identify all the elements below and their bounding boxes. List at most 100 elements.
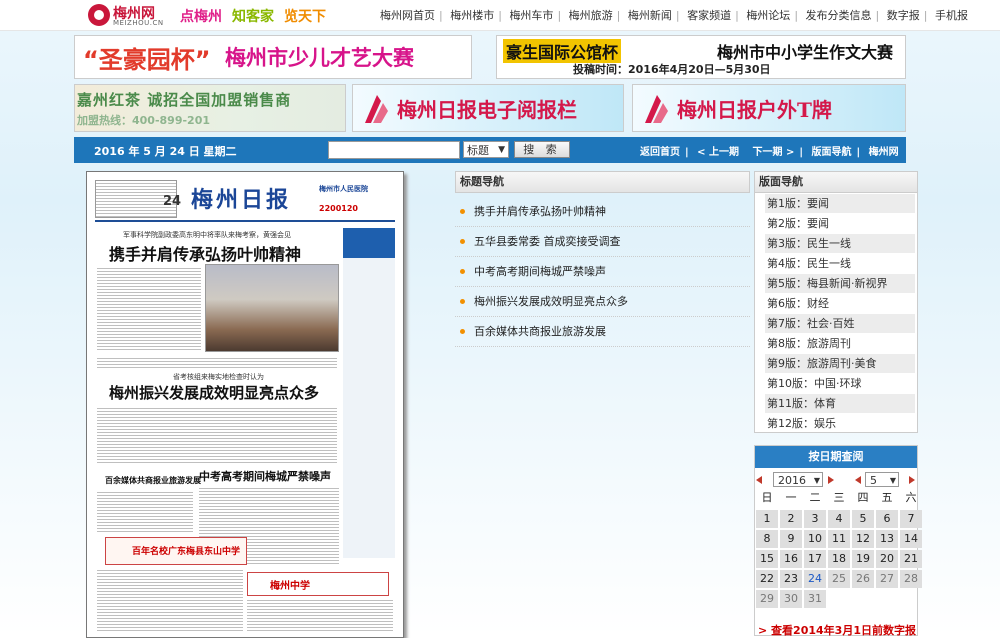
calendar-day[interactable]: 28 — [900, 570, 922, 588]
banner-essay-deadline: 投稿时间：2016年4月20日—5月30日 — [573, 63, 771, 76]
page-nav-item-3[interactable]: 第3版：民生一线 — [765, 234, 915, 253]
banner-essay-contest[interactable]: 豪生国际公馆杯 梅州市中小学生作文大赛 投稿时间：2016年4月20日—5月30… — [496, 35, 906, 79]
search-button[interactable]: 搜 索 — [514, 141, 570, 158]
title-nav-item[interactable]: 携手并肩传承弘扬叶帅精神 — [455, 197, 750, 227]
divider: | — [439, 9, 443, 22]
search-bar: 2016 年 5 月 24 日 星期二 标题 ▼ 搜 索 返回首页 | < 上一期… — [74, 137, 906, 163]
calendar-day[interactable]: 8 — [756, 530, 778, 548]
paper-headline-3[interactable]: 中考高考期间梅城严禁噪声 — [199, 468, 331, 484]
previous-issue-link[interactable]: < 上一期 — [697, 147, 739, 158]
calendar-day[interactable]: 20 — [876, 550, 898, 568]
calendar-day[interactable]: 9 — [780, 530, 802, 548]
divider: | — [794, 9, 799, 22]
page-nav-item-1[interactable]: 第1版：要闻 — [765, 194, 915, 213]
calendar-day[interactable]: 27 — [876, 570, 898, 588]
next-month-arrow-icon[interactable] — [909, 476, 915, 484]
calendar-day[interactable]: 22 — [756, 570, 778, 588]
top-nav-property[interactable]: 梅州楼市 — [450, 9, 494, 22]
title-nav-item[interactable]: 五华县委常委 首成奕接受调查 — [455, 227, 750, 257]
page-nav-item-6[interactable]: 第6版：财经 — [765, 294, 915, 313]
paper-masthead-title: 梅州日报 — [191, 187, 292, 213]
top-nav-home[interactable]: 梅州网首页 — [380, 9, 435, 22]
calendar-day[interactable]: 11 — [828, 530, 850, 548]
page-nav-item-7[interactable]: 第7版：社会·百姓 — [765, 314, 915, 333]
calendar-day[interactable]: 17 — [804, 550, 826, 568]
top-nav-hakka[interactable]: 客家频道 — [687, 9, 731, 22]
top-nav-digital-paper[interactable]: 数字报 — [887, 9, 920, 22]
meizhou-daily-logo-icon — [645, 95, 668, 123]
title-nav-item[interactable]: 梅州振兴发展成效明显亮点众多 — [455, 287, 750, 317]
page-nav-item-5[interactable]: 第5版：梅县新闻·新视界 — [765, 274, 915, 293]
search-field-value: 标题 — [467, 144, 489, 157]
paper-headline-2[interactable]: 梅州振兴发展成效明显亮点众多 — [109, 382, 319, 403]
month-select[interactable]: 5 ▼ — [865, 472, 899, 487]
title-nav-item[interactable]: 中考高考期间梅城严禁噪声 — [455, 257, 750, 287]
chevron-down-icon: ▼ — [889, 476, 896, 485]
calendar-day[interactable]: 25 — [828, 570, 850, 588]
paper-headline-1[interactable]: 携手并肩传承弘扬叶帅精神 — [109, 241, 301, 265]
newspaper-page-image[interactable]: 24 梅州日报 梅州市人民医院 2200120 军事科学院副政委高东明中将率队来… — [86, 171, 404, 638]
divider: | — [498, 9, 502, 22]
page-nav-item-2[interactable]: 第2版：要闻 — [765, 214, 915, 233]
next-year-arrow-icon[interactable] — [828, 476, 834, 484]
calendar-day[interactable]: 13 — [876, 530, 898, 548]
search-input[interactable] — [328, 141, 460, 159]
banner-outdoor-sign[interactable]: 梅州日报户外T牌 — [632, 84, 906, 132]
divider: | — [799, 147, 804, 158]
banner-essay-cup: 豪生国际公馆杯 — [503, 39, 622, 63]
top-nav-travel[interactable]: 梅州旅游 — [569, 9, 613, 22]
calendar-day-today[interactable]: 24 — [804, 570, 826, 588]
meizhou-site-link[interactable]: 梅州网 — [869, 147, 899, 158]
calendar-day[interactable]: 3 — [804, 510, 826, 528]
top-nav-news[interactable]: 梅州新闻 — [628, 9, 672, 22]
banner-e-reader[interactable]: 梅州日报电子阅报栏 — [352, 84, 624, 132]
banner-talent-title: 梅州市少儿才艺大赛 — [225, 46, 414, 70]
site-logo[interactable]: 梅州网 MEIZHOU.CN — [88, 3, 170, 27]
year-select[interactable]: 2016 ▼ — [773, 472, 823, 487]
calendar-day[interactable]: 15 — [756, 550, 778, 568]
title-nav-item[interactable]: 百余媒体共商报业旅游发展 — [455, 317, 750, 347]
calendar-day[interactable]: 10 — [804, 530, 826, 548]
calendar-day[interactable]: 30 — [780, 590, 802, 608]
page-nav-item-11[interactable]: 第11版：体育 — [765, 394, 915, 413]
top-nav-mobile-paper[interactable]: 手机报 — [935, 9, 968, 22]
back-home-link[interactable]: 返回首页 — [640, 147, 680, 158]
top-nav-forum[interactable]: 梅州论坛 — [746, 9, 790, 22]
calendar-day[interactable]: 14 — [900, 530, 922, 548]
calendar-day[interactable]: 2 — [780, 510, 802, 528]
calendar-day[interactable]: 4 — [828, 510, 850, 528]
banner-tea-franchise[interactable]: 嘉州红茶 诚招全国加盟销售商 加盟热线：400-899-201 — [74, 84, 346, 132]
paper-headline-4[interactable]: 百余媒体共商报业旅游发展 — [105, 475, 201, 486]
page-nav-item-4[interactable]: 第4版：民生一线 — [765, 254, 915, 273]
page-nav-item-9[interactable]: 第9版：旅游周刊·美食 — [765, 354, 915, 373]
calendar-day[interactable]: 26 — [852, 570, 874, 588]
calendar-day[interactable]: 21 — [900, 550, 922, 568]
page-nav-item-8[interactable]: 第8版：旅游周刊 — [765, 334, 915, 353]
calendar-day[interactable]: 31 — [804, 590, 826, 608]
calendar-day[interactable]: 18 — [828, 550, 850, 568]
calendar-day[interactable]: 19 — [852, 550, 874, 568]
previous-month-arrow-icon[interactable] — [855, 476, 861, 484]
calendar-day[interactable]: 1 — [756, 510, 778, 528]
calendar-day[interactable]: 7 — [900, 510, 922, 528]
banner-talent-contest[interactable]: “圣豪园杯” 梅州市少儿才艺大赛 — [74, 35, 472, 79]
paper-text-block — [97, 490, 193, 532]
paper-hospital-name: 梅州市人民医院 — [319, 185, 368, 193]
year-value: 2016 — [778, 474, 806, 487]
calendar-day[interactable]: 23 — [780, 570, 802, 588]
calendar-day[interactable]: 5 — [852, 510, 874, 528]
page-nav-item-12[interactable]: 第12版：娱乐 — [765, 414, 915, 433]
issue-navigation: 返回首页 | < 上一期 下一期 > | 版面导航 | 梅州网 — [640, 143, 899, 158]
calendar-day[interactable]: 29 — [756, 590, 778, 608]
calendar-day[interactable]: 6 — [876, 510, 898, 528]
slogan-3: 览天下 — [284, 9, 326, 25]
calendar-day[interactable]: 16 — [780, 550, 802, 568]
top-nav-classifieds[interactable]: 发布分类信息 — [806, 9, 872, 22]
page-nav-link[interactable]: 版面导航 — [812, 147, 852, 158]
page-nav-item-10[interactable]: 第10版：中国·环球 — [765, 374, 915, 393]
previous-year-arrow-icon[interactable] — [756, 476, 762, 484]
next-issue-link[interactable]: 下一期 > — [753, 147, 795, 158]
search-field-select[interactable]: 标题 ▼ — [463, 141, 509, 158]
top-nav-cars[interactable]: 梅州车市 — [509, 9, 553, 22]
calendar-day[interactable]: 12 — [852, 530, 874, 548]
